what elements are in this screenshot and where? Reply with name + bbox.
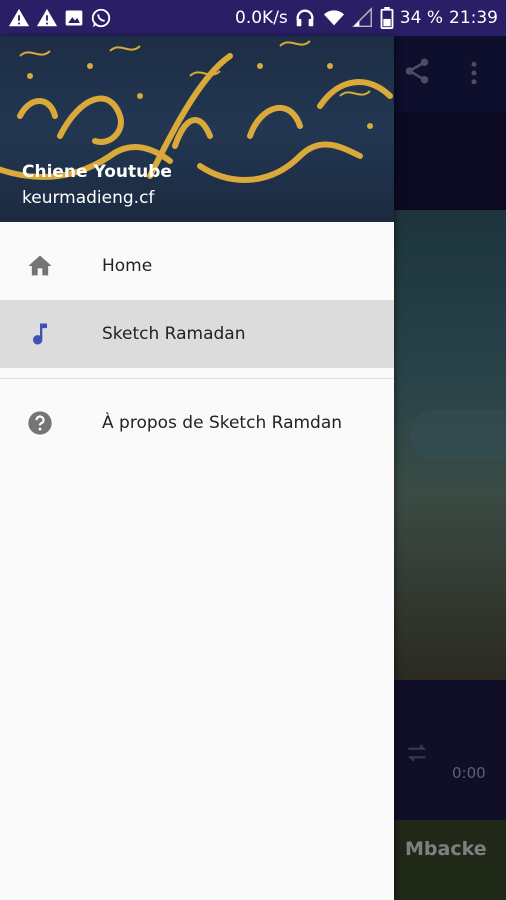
drawer-divider xyxy=(0,378,394,379)
home-icon xyxy=(26,252,54,280)
drawer-item-label: Home xyxy=(102,256,153,276)
battery-icon xyxy=(380,7,394,29)
status-left xyxy=(8,7,112,29)
signal-icon xyxy=(351,7,374,29)
warning-icon xyxy=(36,7,58,29)
clock: 21:39 xyxy=(449,8,498,28)
image-icon xyxy=(64,8,84,28)
music-note-icon xyxy=(26,320,54,348)
status-right: 0.0K/s 34 % 21:39 xyxy=(235,7,498,29)
warning-icon xyxy=(8,7,30,29)
drawer-item-about[interactable]: À propos de Sketch Ramdan xyxy=(0,389,394,457)
headphones-icon xyxy=(294,7,316,29)
drawer-account-email: keurmadieng.cf xyxy=(22,188,155,208)
drawer-item-label: À propos de Sketch Ramdan xyxy=(102,413,343,433)
drawer-item-home[interactable]: Home xyxy=(0,232,394,300)
drawer-menu: Home Sketch Ramadan À propos de Sketch R… xyxy=(0,232,394,457)
wifi-icon xyxy=(322,7,346,29)
battery-percent: 34 % xyxy=(399,8,443,28)
status-bar: 0.0K/s 34 % 21:39 xyxy=(0,0,506,36)
whatsapp-icon xyxy=(90,7,112,29)
drawer-account-name: Chiene Youtube xyxy=(22,162,172,182)
navigation-drawer: Chiene Youtube keurmadieng.cf Home Sketc… xyxy=(0,36,394,900)
drawer-item-sketch-ramadan[interactable]: Sketch Ramadan xyxy=(0,300,394,368)
net-speed: 0.0K/s xyxy=(235,8,288,28)
help-icon xyxy=(26,409,54,437)
drawer-item-label: Sketch Ramadan xyxy=(102,324,246,344)
drawer-header: Chiene Youtube keurmadieng.cf xyxy=(0,36,394,222)
